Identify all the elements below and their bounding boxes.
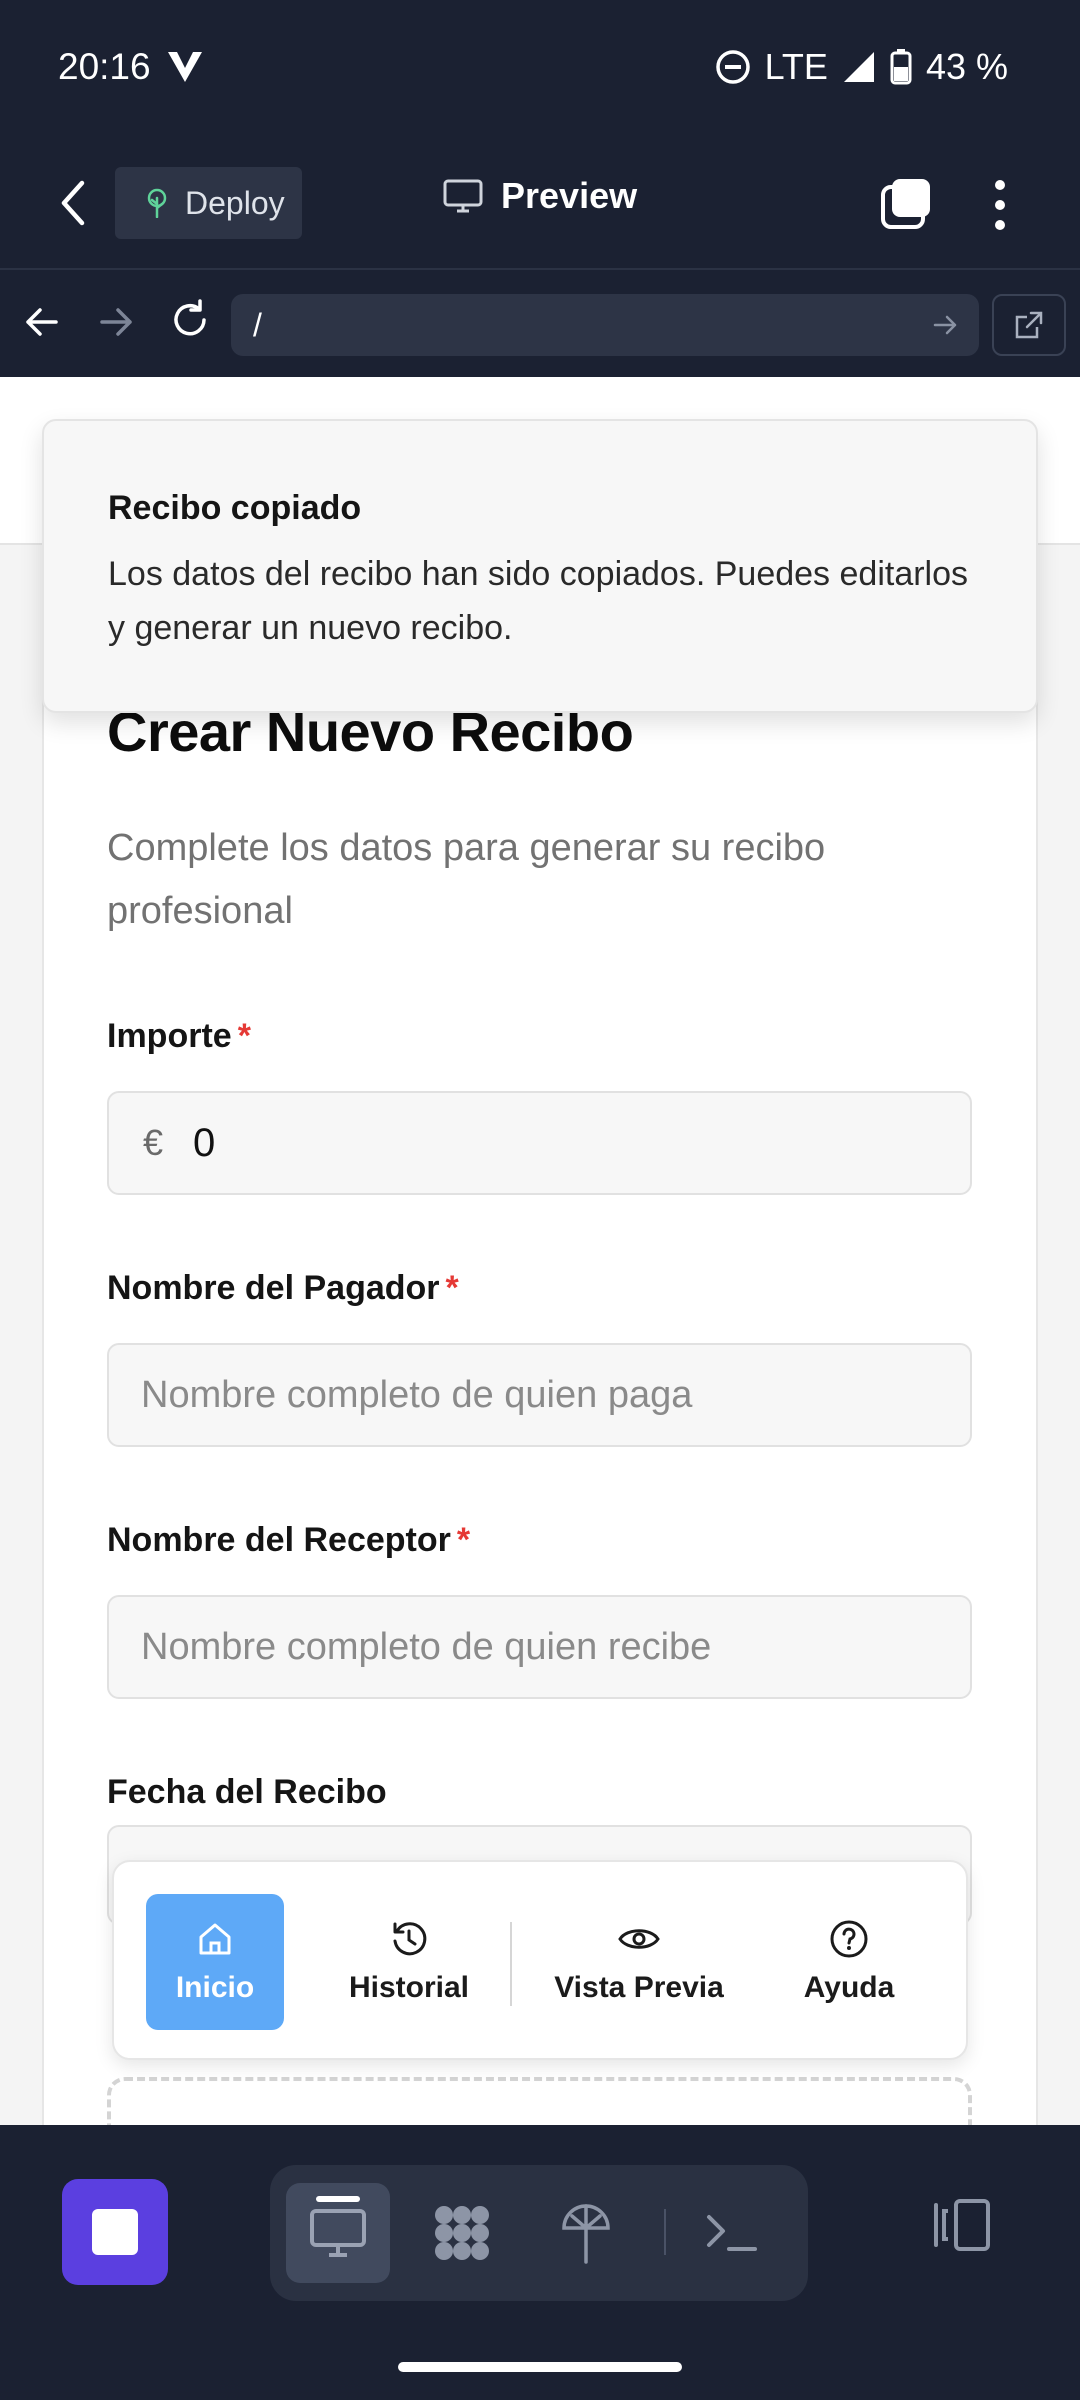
dnd-icon — [715, 50, 750, 84]
battery-level: 43 % — [925, 46, 1008, 87]
help-icon — [830, 1920, 868, 1958]
form-subtitle: Complete los datos para generar su recib… — [107, 827, 826, 932]
upload-dropzone[interactable] — [107, 2077, 972, 2125]
back-arrow-icon[interactable] — [52, 175, 96, 231]
date-label: Fecha del Recibo — [107, 1773, 387, 1812]
open-external-button[interactable] — [992, 294, 1066, 356]
deploy-icon — [147, 188, 167, 218]
receiver-label: Nombre del Receptor * — [107, 1521, 470, 1560]
toast-message: Los datos del recibo han sido copiados. … — [108, 555, 969, 647]
tabs-icon[interactable] — [880, 177, 934, 231]
nav-item-inicio[interactable]: Inicio — [146, 1894, 284, 2030]
network-type: LTE — [764, 46, 828, 87]
deploy-tool-button[interactable] — [534, 2183, 638, 2283]
terminal-icon — [707, 2215, 757, 2251]
app-toolbar — [0, 2125, 1080, 2400]
tool-group — [270, 2165, 808, 2301]
go-arrow-icon[interactable] — [931, 311, 959, 339]
nav-forward-icon[interactable] — [96, 302, 136, 342]
required-mark: * — [456, 1521, 471, 1559]
grid-icon — [435, 2206, 489, 2260]
required-mark: * — [445, 1269, 459, 1307]
tool-divider — [664, 2209, 666, 2255]
nav-label: Ayuda — [803, 1971, 895, 2004]
app-bar: Deploy Preview — [0, 135, 1080, 270]
status-indicators: LTE 43 % — [715, 46, 1008, 88]
nav-label: Historial — [348, 1971, 470, 2004]
home-icon — [199, 1923, 231, 1955]
status-bar: 20:16 LTE 43 % — [0, 0, 1080, 135]
nav-label: Inicio — [175, 1971, 255, 2004]
side-panel-icon[interactable] — [930, 2197, 994, 2253]
nav-item-ayuda[interactable]: Ayuda — [774, 1894, 924, 2030]
stop-button[interactable] — [62, 2179, 168, 2285]
url-input[interactable]: / — [231, 294, 979, 356]
amount-label: Importe * — [107, 1017, 251, 1056]
nav-label: Vista Previa — [554, 1971, 724, 2004]
receiver-name-field[interactable]: Nombre completo de quien recibe — [107, 1595, 972, 1699]
amount-value: 0 — [193, 1121, 216, 1165]
receiver-label-text: Nombre del Receptor — [107, 1521, 451, 1559]
more-options-icon[interactable] — [990, 175, 1010, 235]
payer-placeholder: Nombre completo de quien paga — [141, 1374, 693, 1416]
stop-icon — [92, 2209, 138, 2255]
nav-item-historial[interactable]: Historial — [314, 1894, 504, 2030]
amount-input[interactable]: € 0 — [107, 1091, 972, 1195]
browser-bar: / — [0, 272, 1080, 377]
vpn-icon — [168, 52, 202, 82]
grid-tool-button[interactable] — [410, 2183, 514, 2283]
signal-icon — [843, 52, 874, 82]
battery-icon — [890, 49, 912, 85]
active-tool-indicator — [316, 2196, 360, 2202]
toast-title: Recibo copiado — [108, 489, 362, 527]
payer-label: Nombre del Pagador * — [107, 1269, 459, 1308]
eye-icon — [618, 1929, 660, 1949]
deploy-button[interactable]: Deploy — [115, 167, 302, 239]
reload-icon[interactable] — [168, 298, 212, 342]
bottom-navigation: Inicio Historial Vista Previa Ayuda — [112, 1860, 968, 2060]
payer-name-field[interactable]: Nombre completo de quien paga — [107, 1343, 972, 1447]
currency-symbol: € — [143, 1122, 164, 1163]
nav-item-vista-previa[interactable]: Vista Previa — [534, 1894, 744, 2030]
receiver-placeholder: Nombre completo de quien recibe — [141, 1626, 712, 1668]
nav-divider — [510, 1922, 512, 2006]
terminal-tool-button[interactable] — [680, 2183, 784, 2283]
monitor-icon — [443, 179, 483, 213]
history-icon — [393, 1922, 427, 1956]
deploy-label: Deploy — [185, 184, 285, 221]
payer-label-text: Nombre del Pagador — [107, 1269, 440, 1307]
status-time: 20:16 — [58, 46, 151, 87]
nav-back-icon[interactable] — [22, 302, 62, 342]
preview-title: Preview — [443, 175, 637, 217]
desktop-icon — [310, 2209, 366, 2257]
preview-label: Preview — [501, 175, 638, 216]
url-text: / — [253, 307, 262, 343]
amount-label-text: Importe — [107, 1017, 232, 1055]
deploy-icon — [562, 2204, 610, 2264]
home-indicator[interactable] — [398, 2362, 682, 2372]
toast-notification: Recibo copiado Los datos del recibo han … — [42, 419, 1038, 713]
web-preview: Crear Nuevo Recibo Complete los datos pa… — [0, 377, 1080, 2125]
required-mark: * — [237, 1017, 251, 1055]
external-link-icon — [1015, 311, 1043, 339]
date-label-text: Fecha del Recibo — [107, 1773, 387, 1811]
